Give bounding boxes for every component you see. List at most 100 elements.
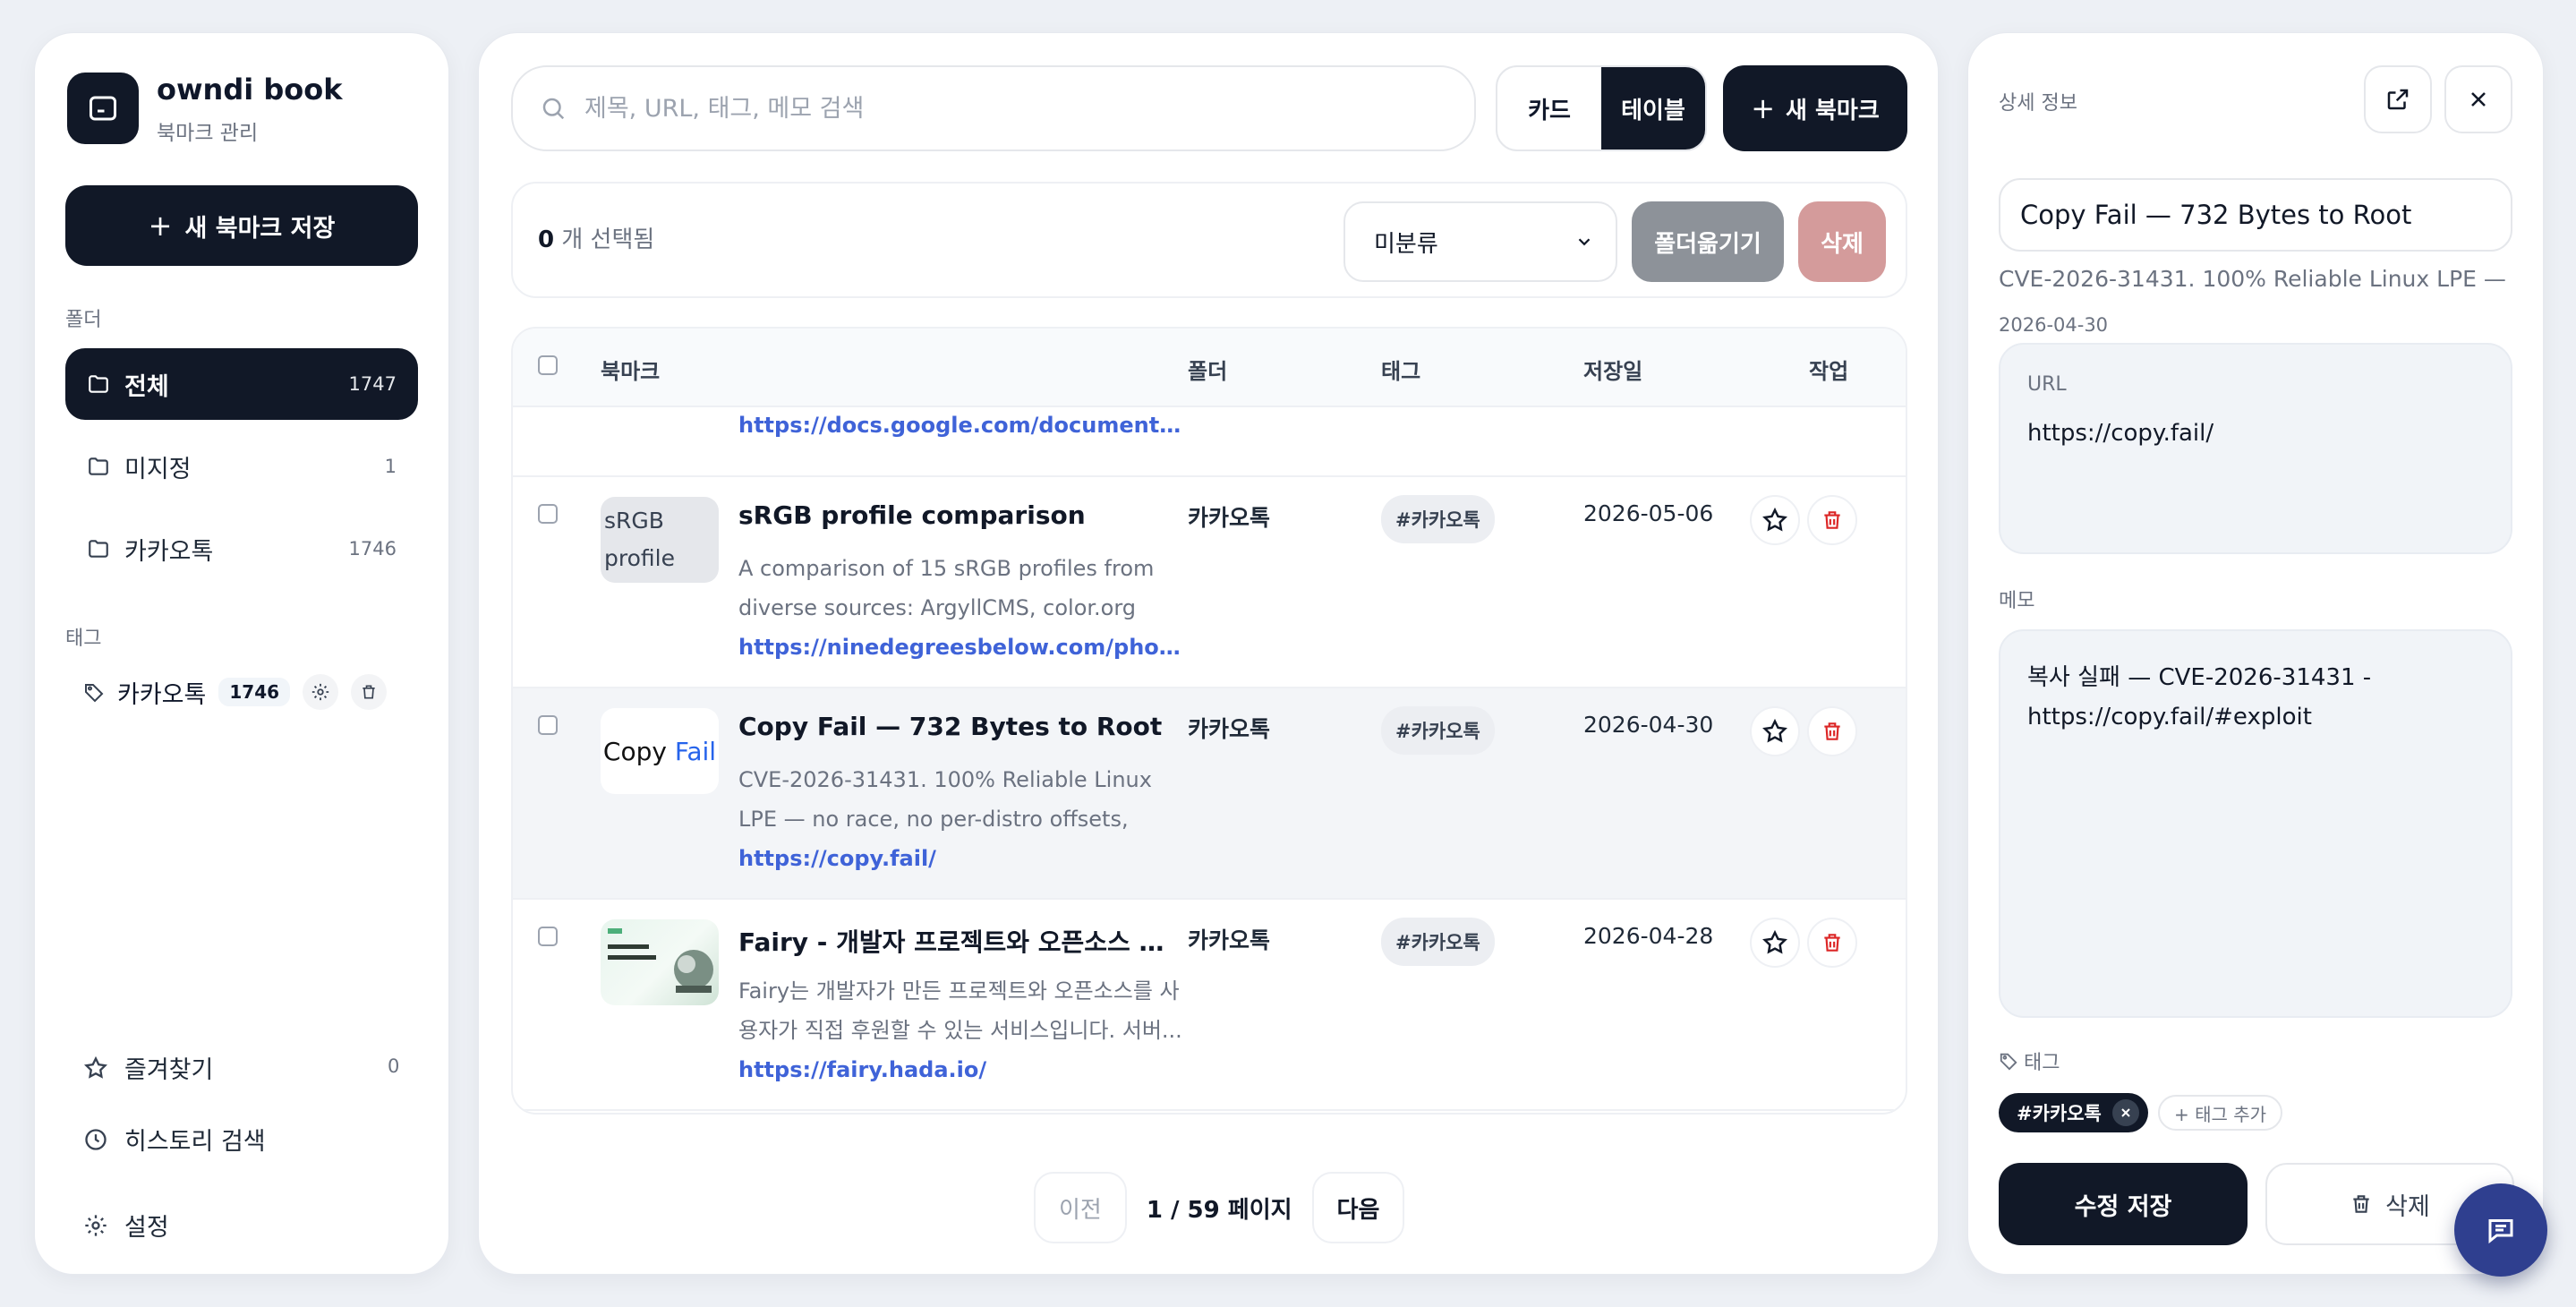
delete-row-button[interactable] xyxy=(1807,706,1857,756)
bookmark-url[interactable]: https://ninedegreesbelow.com/photograp..… xyxy=(738,635,1186,660)
row-checkbox[interactable] xyxy=(538,715,558,735)
open-external-button[interactable] xyxy=(2364,65,2432,133)
remove-tag-button[interactable] xyxy=(2111,1099,2139,1126)
bookmark-url[interactable]: https://copy.fail/ xyxy=(738,846,1186,871)
gear-icon xyxy=(311,683,329,701)
row-folder: 카카오톡 xyxy=(1188,716,1271,742)
table-row[interactable]: Copy Fail Copy Fail — 732 Bytes to Root … xyxy=(513,688,1906,900)
delete-row-button[interactable] xyxy=(1807,918,1857,968)
header-date: 저장일 xyxy=(1583,359,1643,384)
favorite-button[interactable] xyxy=(1750,706,1800,756)
star-icon xyxy=(1762,718,1787,743)
pagination: 이전 1 / 59 페이지 다음 xyxy=(1034,1172,1405,1243)
tag-settings-button[interactable] xyxy=(303,674,339,710)
search-bar[interactable] xyxy=(511,65,1476,151)
tags-section-label: 태그 xyxy=(65,628,102,650)
select-all-checkbox[interactable] xyxy=(538,355,558,375)
star-icon xyxy=(1762,507,1787,532)
detail-date: 2026-04-30 xyxy=(1999,314,2109,336)
thumbnail-image xyxy=(601,919,719,1005)
url-field[interactable]: URL https://copy.fail/ xyxy=(1999,343,2512,554)
chevron-down-icon xyxy=(1578,238,1591,246)
main-panel: 카드 테이블 + 새 북마크 0 개 선택됨 미분류 폴더옮기기 삭제 북마크 … xyxy=(478,32,1939,1275)
detail-panel: 상세 정보 Copy Fail — 732 Bytes to Root CVE-… xyxy=(1967,32,2544,1275)
folder-item-unassigned[interactable]: 미지정 1 xyxy=(65,431,418,502)
row-date: 2026-05-06 xyxy=(1583,500,1714,526)
header-folder: 폴더 xyxy=(1188,359,1228,384)
chat-fab-button[interactable] xyxy=(2454,1183,2547,1277)
row-folder: 카카오톡 xyxy=(1188,927,1271,953)
close-icon xyxy=(2121,1108,2130,1117)
row-tag[interactable]: #카카오톡 xyxy=(1381,495,1495,543)
trash-icon xyxy=(1824,511,1840,529)
view-table-button[interactable]: 테이블 xyxy=(1601,67,1705,149)
sidebar-settings[interactable]: 설정 xyxy=(83,1208,169,1243)
row-checkbox[interactable] xyxy=(538,927,558,946)
clock-icon xyxy=(85,1128,107,1150)
bookmark-url[interactable]: https://docs.google.com/document/d/10... xyxy=(738,413,1186,438)
bookmark-table: 북마크 폴더 태그 저장일 작업 https://docs.google.com… xyxy=(511,327,1907,1115)
bookmark-title[interactable]: Fairy - 개발자 프로젝트와 오픈소스 후원... xyxy=(738,923,1186,959)
table-row: https://docs.google.com/document/d/10... xyxy=(513,407,1906,477)
external-link-icon xyxy=(2387,89,2409,110)
view-card-button[interactable]: 카드 xyxy=(1497,67,1601,149)
chat-icon xyxy=(2488,1219,2513,1244)
folder-icon xyxy=(89,457,108,475)
search-input[interactable] xyxy=(584,94,1390,123)
tag-delete-button[interactable] xyxy=(351,674,388,710)
favorites-count: 0 xyxy=(388,1055,400,1077)
detail-tag-chip: #카카오톡 xyxy=(1999,1093,2148,1132)
gear-icon xyxy=(85,1214,107,1236)
selection-bar: 0 개 선택됨 미분류 폴더옮기기 삭제 xyxy=(511,182,1907,298)
thumbnail-image: sRGB profile xyxy=(601,497,719,583)
table-row[interactable]: Fairy - 개발자 프로젝트와 오픈소스 후원... Fairy는 개발자가… xyxy=(513,900,1906,1111)
folders-section-label: 폴더 xyxy=(65,309,102,331)
bookmark-title[interactable]: Copy Fail — 732 Bytes to Root xyxy=(738,712,1186,741)
sidebar-tag-kakaotalk[interactable]: 카카오톡 1746 xyxy=(83,674,388,710)
row-date: 2026-04-28 xyxy=(1583,923,1714,949)
folder-icon xyxy=(89,540,108,558)
new-bookmark-save-button[interactable]: + 새 북마크 저장 xyxy=(65,185,418,266)
bookmark-url[interactable]: https://fairy.hada.io/ xyxy=(738,1057,1186,1082)
tag-icon xyxy=(2000,1053,2017,1071)
trash-icon xyxy=(2353,1195,2369,1213)
detail-title-field[interactable]: Copy Fail — 732 Bytes to Root xyxy=(1999,178,2512,252)
folder-select[interactable]: 미분류 xyxy=(1343,201,1617,282)
app-logo xyxy=(67,73,139,144)
tag-icon xyxy=(85,684,104,703)
row-tag[interactable]: #카카오톡 xyxy=(1381,918,1495,966)
table-header: 북마크 폴더 태그 저장일 작업 xyxy=(513,329,1906,407)
sidebar-favorites[interactable]: 즐겨찾기 xyxy=(83,1050,213,1085)
sidebar-history-search[interactable]: 히스토리 검색 xyxy=(83,1122,266,1157)
favorite-button[interactable] xyxy=(1750,918,1800,968)
trash-icon xyxy=(1824,934,1840,952)
row-date: 2026-04-30 xyxy=(1583,712,1714,738)
plus-icon: + xyxy=(148,209,173,243)
folder-item-all[interactable]: 전체 1747 xyxy=(65,348,418,420)
bulk-delete-button[interactable]: 삭제 xyxy=(1798,201,1886,282)
delete-row-button[interactable] xyxy=(1807,495,1857,545)
view-toggle: 카드 테이블 xyxy=(1496,65,1707,151)
prev-page-button[interactable]: 이전 xyxy=(1034,1172,1127,1243)
row-tag[interactable]: #카카오톡 xyxy=(1381,706,1495,755)
detail-subtitle: CVE-2026-31431. 100% Reliable Linux LPE … xyxy=(1999,266,2512,292)
bookmark-description: CVE-2026-31431. 100% Reliable Linux LPE … xyxy=(738,767,1152,832)
trash-icon xyxy=(363,685,375,699)
page-indicator: 1 / 59 페이지 xyxy=(1146,1196,1292,1224)
row-checkbox[interactable] xyxy=(538,504,558,524)
star-icon xyxy=(83,1055,108,1079)
memo-textarea[interactable]: 복사 실패 — CVE-2026-31431 - https://copy.fa… xyxy=(1999,629,2512,1018)
save-changes-button[interactable]: 수정 저장 xyxy=(1999,1163,2248,1245)
folder-item-kakaotalk[interactable]: 카카오톡 1746 xyxy=(65,513,418,585)
close-detail-button[interactable] xyxy=(2444,65,2512,133)
folder-icon xyxy=(89,375,108,393)
thumbnail-image: Copy Fail xyxy=(601,708,719,794)
row-folder: 카카오톡 xyxy=(1188,505,1271,531)
new-bookmark-button[interactable]: + 새 북마크 xyxy=(1723,65,1907,151)
bookmark-title[interactable]: sRGB profile comparison xyxy=(738,500,1186,530)
favorite-button[interactable] xyxy=(1750,495,1800,545)
table-row[interactable]: sRGB profile sRGB profile comparison A c… xyxy=(513,477,1906,688)
move-folder-button[interactable]: 폴더옮기기 xyxy=(1632,201,1784,282)
add-tag-button[interactable]: + 태그 추가 xyxy=(2158,1095,2283,1131)
next-page-button[interactable]: 다음 xyxy=(1311,1172,1405,1243)
